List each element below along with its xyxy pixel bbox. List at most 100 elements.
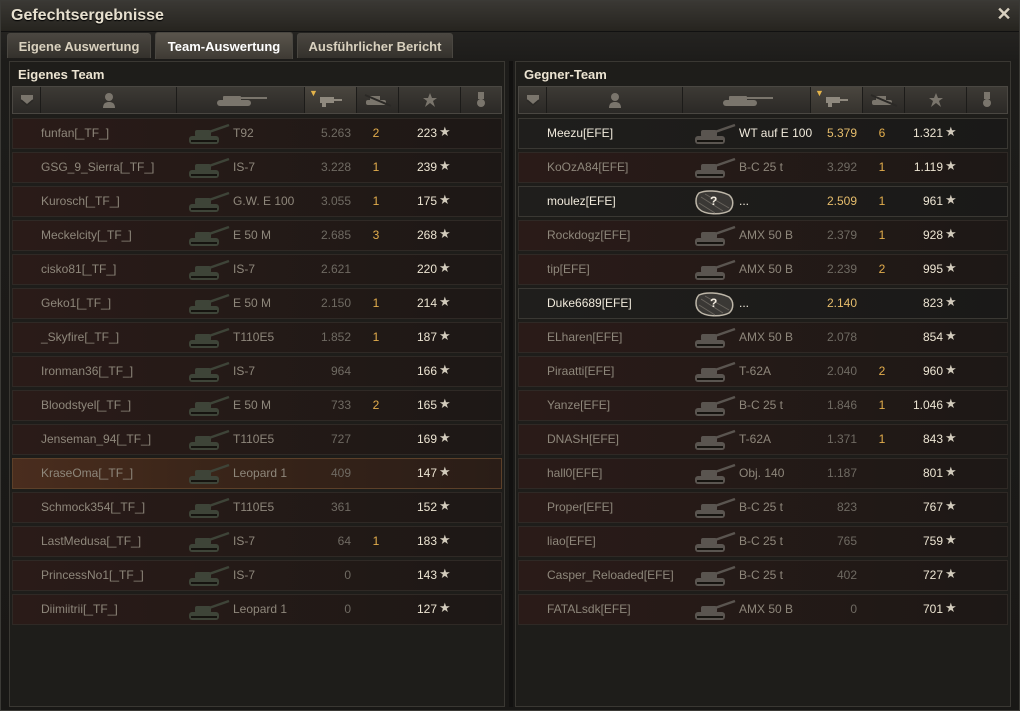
star-icon: ★ [945,396,957,411]
xp-value: 960 [922,364,943,378]
vehicle-column-icon[interactable] [683,87,811,113]
table-row[interactable]: Jenseman_94[_TF_] T110E5 727 169 ★ [12,424,502,455]
damage-value: 823 [836,500,857,514]
table-row[interactable]: liao[EFE] B-C 25 t 765 759 ★ [518,526,1008,557]
table-row[interactable]: Ironman36[_TF_] IS-7 964 166 ★ [12,356,502,387]
table-row[interactable]: Yanze[EFE] B-C 25 t 1.846 1 1.046 ★ [518,390,1008,421]
damage-value: 361 [330,500,351,514]
tab-eigene-auswertung[interactable]: Eigene Auswertung [7,33,151,58]
tank-icon [691,461,741,488]
star-icon: ★ [439,294,451,309]
kills-column-icon[interactable] [863,87,905,113]
kills-value: 2 [372,126,380,140]
player-name: Rockdogz[EFE] [547,228,631,242]
player-name: hall0[EFE] [547,466,603,480]
squad-column-icon[interactable] [13,87,41,113]
player-name: Schmock354[_TF_] [41,500,146,514]
star-icon: ★ [439,226,451,241]
xp-value: 239 [416,160,437,174]
table-row[interactable]: Bloodstyel[_TF_] E 50 M 733 2 165 ★ [12,390,502,421]
star-icon: ★ [439,192,451,207]
player-name: Geko1[_TF_] [41,296,112,310]
tank-name: E 50 M [233,398,272,412]
damage-value: 727 [330,432,351,446]
table-row[interactable]: PrincessNo1[_TF_] IS-7 0 143 ★ [12,560,502,591]
player-name: GSG_9_Sierra[_TF_] [41,160,155,174]
table-row[interactable]: Diimiitrii[_TF_] Leopard 1 0 127 ★ [12,594,502,625]
table-row[interactable]: funfan[_TF_] T92 5.263 2 223 ★ [12,118,502,149]
kills-value: 3 [372,228,380,242]
battle-results-window: Gefechtsergebnisse ✕ Eigene Auswertung T… [0,0,1020,711]
medal-column-icon[interactable] [461,87,501,113]
player-name: FATALsdk[EFE] [547,602,631,616]
xp-value: 152 [416,500,437,514]
xp-value: 1.046 [912,398,943,412]
table-row[interactable]: Piraatti[EFE] T-62A 2.040 2 960 ★ [518,356,1008,387]
table-row[interactable]: moulez[EFE]?... 2.509 1 961 ★ [518,186,1008,217]
damage-value: 2.509 [826,194,857,208]
player-column-icon[interactable] [41,87,177,113]
tank-icon [185,495,235,522]
table-row[interactable]: _Skyfire[_TF_] T110E5 1.852 1 187 ★ [12,322,502,353]
close-icon[interactable]: ✕ [995,5,1013,23]
xp-value: 995 [922,262,943,276]
vehicle-column-icon[interactable] [177,87,305,113]
table-row[interactable]: KoOzA84[EFE] B-C 25 t 3.292 1 1.119 ★ [518,152,1008,183]
own-team-header: ▼ [12,86,502,114]
table-row[interactable]: cisko81[_TF_] IS-7 2.621 220 ★ [12,254,502,285]
xp-value: 183 [416,534,437,548]
table-row[interactable]: Duke6689[EFE]?... 2.140 823 ★ [518,288,1008,319]
medal-column-icon[interactable] [967,87,1007,113]
player-name: liao[EFE] [547,534,596,548]
xp-value: 223 [416,126,437,140]
tank-name: T-62A [739,432,772,446]
damage-value: 765 [836,534,857,548]
tank-name: G.W. E 100 [233,194,295,208]
table-row[interactable]: Schmock354[_TF_] T110E5 361 152 ★ [12,492,502,523]
player-column-icon[interactable] [547,87,683,113]
damage-column-icon[interactable]: ▼ [811,87,863,113]
xp-value: 214 [416,296,437,310]
table-row[interactable]: FATALsdk[EFE] AMX 50 B 0 701 ★ [518,594,1008,625]
table-row[interactable]: Geko1[_TF_] E 50 M 2.150 1 214 ★ [12,288,502,319]
table-row[interactable]: Meezu[EFE] WT auf E 100 5.379 6 1.321 ★ [518,118,1008,149]
star-icon: ★ [439,532,451,547]
tank-name: Leopard 1 [233,466,288,480]
player-name: Meckelcity[_TF_] [41,228,132,242]
table-row[interactable]: tip[EFE] AMX 50 B 2.239 2 995 ★ [518,254,1008,285]
table-row[interactable]: Proper[EFE] B-C 25 t 823 767 ★ [518,492,1008,523]
tab-team-auswertung[interactable]: Team-Auswertung [155,32,293,59]
xp-column-icon[interactable] [399,87,461,113]
tank-icon [691,121,741,148]
table-row[interactable]: Rockdogz[EFE] AMX 50 B 2.379 1 928 ★ [518,220,1008,251]
xp-column-icon[interactable] [905,87,967,113]
star-icon: ★ [945,124,957,139]
damage-column-icon[interactable]: ▼ [305,87,357,113]
xp-value: 961 [922,194,943,208]
star-icon: ★ [439,260,451,275]
table-row[interactable]: DNASH[EFE] T-62A 1.371 1 843 ★ [518,424,1008,455]
table-row[interactable]: hall0[EFE] Obj. 140 1.187 801 ★ [518,458,1008,489]
star-icon: ★ [945,566,957,581]
damage-value: 2.078 [826,330,857,344]
star-icon: ★ [439,362,451,377]
kills-value: 1 [372,194,380,208]
xp-value: 759 [922,534,943,548]
tank-icon [691,427,741,454]
tank-icon [185,529,235,556]
xp-value: 727 [922,568,943,582]
kills-column-icon[interactable] [357,87,399,113]
table-row[interactable]: KraseOma[_TF_] Leopard 1 409 147 ★ [12,458,502,489]
squad-column-icon[interactable] [519,87,547,113]
table-row[interactable]: LastMedusa[_TF_] IS-7 64 1 183 ★ [12,526,502,557]
table-row[interactable]: Kurosch[_TF_] G.W. E 100 3.055 1 175 ★ [12,186,502,217]
tank-name: AMX 50 B [739,228,794,242]
sort-desc-icon: ▼ [815,88,824,98]
table-row[interactable]: Casper_Reloaded[EFE] B-C 25 t 402 727 ★ [518,560,1008,591]
damage-value: 733 [330,398,351,412]
tank-icon [691,563,741,590]
table-row[interactable]: GSG_9_Sierra[_TF_] IS-7 3.228 1 239 ★ [12,152,502,183]
tab-ausfuehrlicher-bericht[interactable]: Ausführlicher Bericht [297,33,453,58]
table-row[interactable]: ELharen[EFE] AMX 50 B 2.078 854 ★ [518,322,1008,353]
table-row[interactable]: Meckelcity[_TF_] E 50 M 2.685 3 268 ★ [12,220,502,251]
